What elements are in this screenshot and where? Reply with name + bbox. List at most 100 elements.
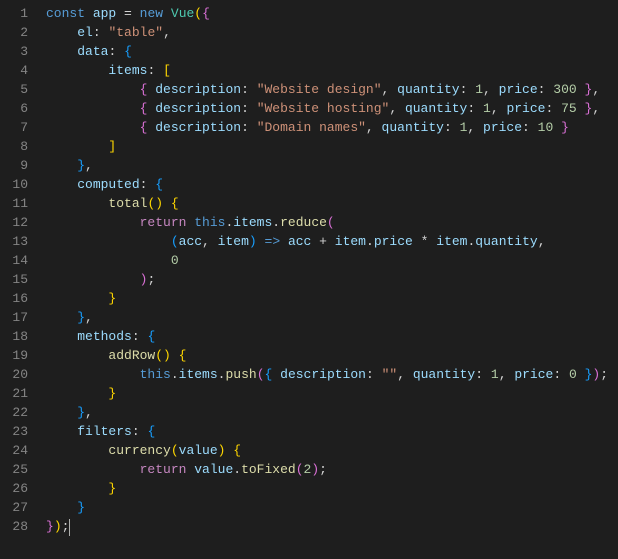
code-line[interactable]: el: "table", [46, 23, 608, 42]
token-pun [46, 291, 108, 306]
token-brk3: } [77, 500, 85, 515]
line-number: 24 [0, 441, 28, 460]
token-brk3: } [77, 158, 85, 173]
line-number: 5 [0, 80, 28, 99]
code-line[interactable]: 0 [46, 251, 608, 270]
code-line[interactable]: return value.toFixed(2); [46, 460, 608, 479]
token-pun: , [366, 120, 374, 135]
token-pun [280, 234, 288, 249]
token-pun: ; [62, 519, 70, 534]
code-line[interactable]: addRow() { [46, 346, 608, 365]
token-var: item [218, 234, 249, 249]
token-pun [374, 120, 382, 135]
code-line[interactable]: filters: { [46, 422, 608, 441]
token-kw2: return [140, 462, 187, 477]
code-line[interactable]: (acc, item) => acc + item.price * item.q… [46, 232, 608, 251]
token-pun [249, 82, 257, 97]
token-pun [397, 101, 405, 116]
token-kw2: return [140, 215, 187, 230]
token-pun [46, 196, 108, 211]
token-pun: : [522, 120, 530, 135]
code-line[interactable]: { description: "Website design", quantit… [46, 80, 608, 99]
token-pun [561, 367, 569, 382]
token-brk3: { [147, 424, 155, 439]
token-var: acc [179, 234, 202, 249]
token-brk1: ( [155, 348, 163, 363]
token-num: 75 [561, 101, 577, 116]
token-pun: : [241, 120, 249, 135]
token-str: "Domain names" [257, 120, 366, 135]
code-line[interactable]: this.items.push({ description: "", quant… [46, 365, 608, 384]
code-line[interactable]: const app = new Vue({ [46, 4, 608, 23]
token-pun: , [85, 310, 93, 325]
token-pun [374, 367, 382, 382]
token-fn: total [108, 196, 147, 211]
token-pun: : [132, 329, 140, 344]
token-pun [85, 6, 93, 21]
token-pun: + [319, 234, 327, 249]
token-brk1: } [108, 481, 116, 496]
token-pun [530, 120, 538, 135]
code-line[interactable]: { description: "Domain names", quantity:… [46, 118, 608, 137]
code-line[interactable]: { description: "Website hosting", quanti… [46, 99, 608, 118]
code-line[interactable]: } [46, 479, 608, 498]
token-pun [210, 234, 218, 249]
code-line[interactable]: data: { [46, 42, 608, 61]
token-cls: Vue [171, 6, 194, 21]
code-line[interactable]: }, [46, 308, 608, 327]
token-pun [46, 481, 108, 496]
token-fn: currency [108, 443, 170, 458]
token-pun: : [444, 120, 452, 135]
code-line[interactable]: }); [46, 517, 608, 536]
token-pun: . [366, 234, 374, 249]
token-pun [116, 44, 124, 59]
line-number: 18 [0, 327, 28, 346]
token-kw: this [140, 367, 171, 382]
token-pun [46, 234, 171, 249]
code-line[interactable]: methods: { [46, 327, 608, 346]
code-editor-content[interactable]: const app = new Vue({ el: "table", data:… [42, 0, 608, 559]
code-line[interactable]: }, [46, 403, 608, 422]
code-line[interactable]: currency(value) { [46, 441, 608, 460]
token-pun: ; [147, 272, 155, 287]
code-line[interactable]: return this.items.reduce( [46, 213, 608, 232]
line-number: 28 [0, 517, 28, 536]
token-pun [46, 443, 108, 458]
token-pun [46, 272, 140, 287]
token-brk1: { [233, 443, 241, 458]
token-pun [46, 462, 140, 477]
token-pun [491, 82, 499, 97]
token-pun [553, 120, 561, 135]
token-pun [116, 6, 124, 21]
token-pun [46, 329, 77, 344]
token-pun [46, 215, 140, 230]
code-line[interactable]: total() { [46, 194, 608, 213]
token-kw: this [194, 215, 225, 230]
token-var: quantity [413, 367, 475, 382]
token-pun [327, 234, 335, 249]
code-line[interactable]: computed: { [46, 175, 608, 194]
token-pun: ; [600, 367, 608, 382]
code-line[interactable]: ] [46, 137, 608, 156]
line-number: 16 [0, 289, 28, 308]
token-pun [46, 25, 77, 40]
token-brk1: } [108, 291, 116, 306]
token-pun: : [241, 82, 249, 97]
code-line[interactable]: }, [46, 156, 608, 175]
line-number: 27 [0, 498, 28, 517]
line-number: 12 [0, 213, 28, 232]
token-var: description [155, 101, 241, 116]
token-pun: , [538, 234, 546, 249]
token-pun: : [241, 101, 249, 116]
token-brk2: ( [296, 462, 304, 477]
token-var: price [499, 82, 538, 97]
token-pun [46, 120, 140, 135]
code-line[interactable]: } [46, 289, 608, 308]
code-line[interactable]: } [46, 384, 608, 403]
code-line[interactable]: } [46, 498, 608, 517]
token-pun: , [499, 367, 507, 382]
code-line[interactable]: items: [ [46, 61, 608, 80]
token-var: description [155, 82, 241, 97]
code-line[interactable]: ); [46, 270, 608, 289]
token-pun [389, 82, 397, 97]
